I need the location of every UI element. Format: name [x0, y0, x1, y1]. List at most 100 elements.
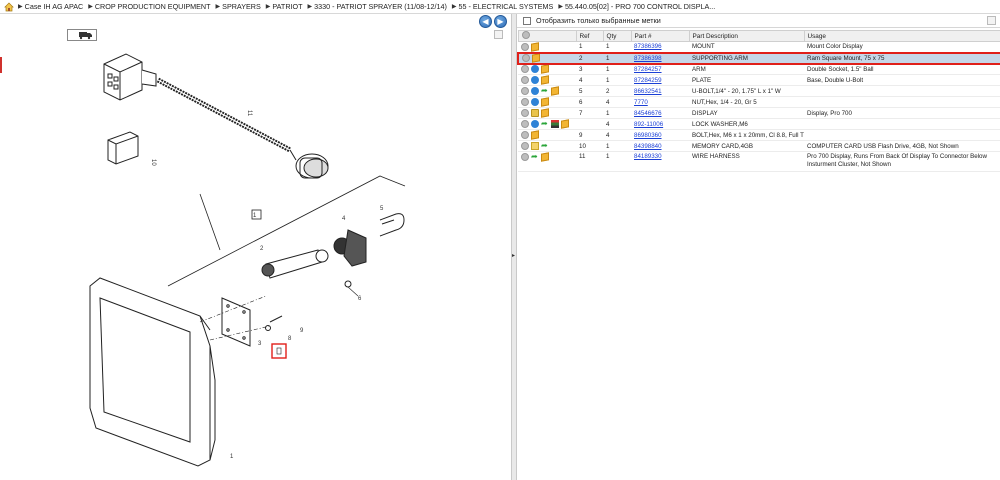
bolt-drawing[interactable]: [265, 315, 283, 331]
expand-icon[interactable]: [494, 30, 503, 39]
table-row[interactable]: 1 1 87386396 MOUNT Mount Color Display: [518, 41, 1000, 53]
document-icon[interactable]: [531, 142, 539, 150]
callout-4[interactable]: 4: [342, 216, 346, 222]
nut-drawing[interactable]: [344, 280, 352, 288]
replacement-arrow-icon[interactable]: ➦: [541, 87, 549, 95]
column-header-ref[interactable]: Ref: [575, 30, 604, 42]
info-icon[interactable]: [531, 120, 539, 128]
table-row[interactable]: 7 1 84546676 DISPLAY Display, Pro 700: [518, 107, 1000, 119]
arm-drawing[interactable]: [261, 249, 329, 279]
replacement-arrow-icon[interactable]: ➦: [541, 142, 549, 150]
part-number-link[interactable]: 84398840: [634, 143, 662, 150]
table-row[interactable]: ➦ 11 1 84189330 WIRE HARNESS Pro 700 Dis…: [518, 151, 1000, 172]
info-icon[interactable]: [531, 65, 539, 74]
usage-cell: Double Socket, 1.5" Ball: [804, 63, 1000, 75]
select-all-header[interactable]: [517, 30, 577, 42]
add-to-cart-icon[interactable]: [521, 153, 529, 161]
callout-8[interactable]: 8: [288, 336, 292, 342]
info-icon[interactable]: [531, 87, 539, 95]
table-row[interactable]: 4 1 87284259 PLATE Base, Double U-Bolt: [518, 74, 1000, 86]
memory-card-drawing[interactable]: [107, 131, 139, 165]
package-icon[interactable]: [532, 54, 540, 62]
usage-cell: Ram Square Mount, 75 x 75: [804, 51, 1000, 65]
callout-11[interactable]: 11: [246, 110, 252, 117]
breadcrumb-item[interactable]: SPRAYERS: [222, 2, 261, 11]
callout-10[interactable]: 10: [150, 159, 156, 166]
table-row[interactable]: 6 4 7770 NUT,Hex, 1/4 - 20, Gr 5: [518, 96, 1000, 108]
add-to-cart-icon[interactable]: [522, 54, 530, 62]
breadcrumb-item[interactable]: 55 - ELECTRICAL SYSTEMS: [459, 2, 554, 11]
add-to-cart-icon[interactable]: [521, 42, 529, 51]
callout-2[interactable]: 2: [260, 246, 264, 252]
callout-5[interactable]: 5: [380, 206, 384, 212]
display-drawing[interactable]: [89, 277, 216, 467]
package-icon[interactable]: [531, 130, 539, 140]
package-icon[interactable]: [541, 97, 549, 107]
package-icon[interactable]: [541, 75, 549, 85]
package-icon[interactable]: [541, 108, 549, 118]
add-to-cart-icon[interactable]: [521, 98, 529, 106]
table-row[interactable]: 3 1 87284257 ARM Double Socket, 1.5" Bal…: [518, 63, 1000, 75]
callout-display[interactable]: 1: [230, 454, 234, 460]
callout-3[interactable]: 3: [258, 341, 262, 347]
plus-icon[interactable]: [521, 31, 530, 39]
breadcrumb-item[interactable]: CROP PRODUCTION EQUIPMENT: [95, 2, 211, 11]
part-number-link[interactable]: 86980360: [634, 132, 662, 139]
ball-mount-drawing[interactable]: [333, 229, 367, 267]
replacement-arrow-icon[interactable]: ➦: [541, 120, 549, 128]
part-number-link[interactable]: 87284259: [634, 77, 662, 84]
multi-source-icon[interactable]: [551, 120, 559, 128]
add-to-cart-icon[interactable]: [521, 131, 529, 139]
add-to-cart-icon[interactable]: [521, 142, 529, 150]
note-icon[interactable]: [531, 109, 539, 117]
parts-table: Ref Qty Part # Part Description Usage 1 …: [517, 30, 1000, 172]
package-icon[interactable]: [541, 152, 549, 162]
package-icon[interactable]: [561, 119, 569, 129]
column-header-part[interactable]: Part #: [630, 30, 690, 42]
home-icon[interactable]: [4, 2, 14, 12]
part-number-link[interactable]: 84546676: [634, 110, 662, 117]
part-number-link[interactable]: 87386398: [634, 55, 662, 62]
part-number-link[interactable]: 87284257: [634, 66, 662, 73]
u-bolt-drawing[interactable]: [379, 213, 405, 237]
part-number-link[interactable]: 84189330: [634, 153, 662, 160]
description-cell: ARM: [689, 63, 804, 75]
package-icon[interactable]: [551, 86, 559, 96]
table-row[interactable]: 9 4 86980360 BOLT,Hex, M6 x 1 x 20mm, Cl…: [518, 129, 1000, 141]
table-row[interactable]: ➦ 4 892-11006 LOCK WASHER,M6: [518, 118, 1000, 130]
connector-drawing[interactable]: [103, 53, 157, 101]
add-to-cart-icon[interactable]: [521, 76, 529, 84]
plate-drawing[interactable]: [221, 297, 251, 347]
table-row[interactable]: ➦ 5 2 86632541 U-BOLT,1/4" - 20, 1.75" L…: [518, 85, 1000, 97]
column-header-description[interactable]: Part Description: [688, 30, 805, 42]
table-row[interactable]: ➦ 10 1 84398840 MEMORY CARD,4GB COMPUTER…: [518, 140, 1000, 152]
expand-icon[interactable]: [987, 16, 996, 25]
breadcrumb-item[interactable]: Case IH AG APAC: [25, 2, 84, 11]
breadcrumb-item[interactable]: 3330 - PATRIOT SPRAYER (11/08-12/14): [314, 2, 447, 11]
replacement-arrow-icon[interactable]: ➦: [531, 153, 539, 161]
callout-6[interactable]: 6: [358, 296, 362, 302]
add-to-cart-icon[interactable]: [521, 87, 529, 95]
part-number-link[interactable]: 892-11006: [634, 121, 663, 128]
info-icon[interactable]: [531, 98, 539, 106]
callout-9[interactable]: 9: [300, 328, 304, 334]
add-to-cart-icon[interactable]: [521, 120, 529, 128]
arrow-right-icon[interactable]: ▶: [494, 15, 507, 28]
part-number-link[interactable]: 86632541: [634, 88, 662, 95]
round-connector-drawing[interactable]: [289, 149, 329, 179]
add-to-cart-icon[interactable]: [521, 65, 529, 74]
add-to-cart-icon[interactable]: [521, 109, 529, 117]
splitter-grip-icon[interactable]: ▸: [512, 252, 516, 260]
breadcrumb-item[interactable]: PATRIOT: [272, 2, 302, 11]
package-icon[interactable]: [541, 64, 549, 74]
column-header-qty[interactable]: Qty: [602, 30, 632, 42]
breadcrumb-item-current[interactable]: 55.440.05[02] - PRO 700 CONTROL DISPLA..…: [565, 2, 715, 11]
part-number-link[interactable]: 87386396: [634, 43, 662, 50]
table-row-selected[interactable]: 2 1 87386398 SUPPORTING ARM Ram Square M…: [517, 51, 1000, 65]
show-selected-checkbox[interactable]: [523, 16, 531, 25]
part-number-link[interactable]: 7770: [634, 99, 648, 106]
arrow-left-icon[interactable]: ◀: [479, 15, 492, 28]
column-header-usage[interactable]: Usage: [803, 30, 1000, 42]
info-icon[interactable]: [531, 76, 539, 84]
package-icon[interactable]: [531, 42, 539, 52]
